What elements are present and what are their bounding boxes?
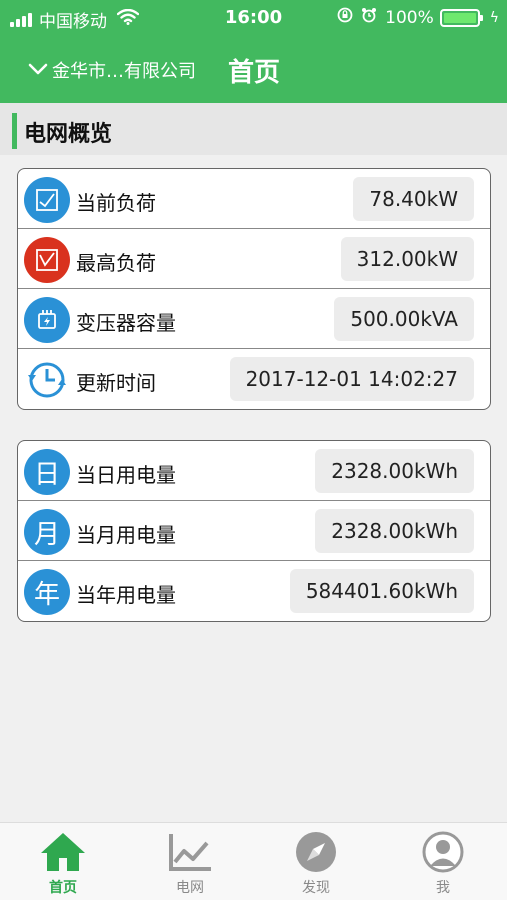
user-avatar-icon (403, 831, 483, 873)
home-icon (23, 831, 103, 873)
tab-label: 发现 (302, 880, 330, 896)
line-chart-icon (150, 831, 230, 873)
transformer-icon (24, 297, 70, 343)
row-value: 78.40kW (353, 177, 474, 221)
row-label: 当日用电量 (76, 463, 176, 487)
update-time-row[interactable]: 更新时间 2017-12-01 14:02:27 (18, 349, 490, 409)
load-chart-icon (24, 177, 70, 223)
chevron-down-icon (28, 60, 48, 81)
current-load-row[interactable]: 当前负荷 78.40kW (18, 169, 490, 229)
row-value: 312.00kW (340, 237, 474, 281)
row-label: 当前负荷 (76, 191, 156, 215)
max-load-chart-icon (24, 237, 70, 283)
section-accent-bar (12, 113, 17, 149)
yearly-energy-row[interactable]: 年 当年用电量 584401.60kWh (18, 561, 490, 621)
compass-icon (276, 831, 356, 873)
row-label: 最高负荷 (76, 251, 156, 275)
tab-label: 电网 (176, 880, 204, 896)
tab-home[interactable]: 首页 (23, 831, 103, 897)
battery-icon (439, 8, 483, 27)
transformer-capacity-row[interactable]: 变压器容量 500.00kVA (18, 289, 490, 349)
monthly-energy-row[interactable]: 月 当月用电量 2328.00kWh (18, 501, 490, 561)
tab-bar: 首页 电网 发现 我 (0, 822, 507, 900)
tab-label: 首页 (49, 880, 77, 896)
tab-discover[interactable]: 发现 (276, 831, 356, 897)
load-card: 当前负荷 78.40kW 最高负荷 312.00kW 变压器容量 500.00k… (17, 168, 491, 410)
tab-grid[interactable]: 电网 (150, 831, 230, 897)
page-title: 首页 (228, 58, 281, 88)
row-value: 2328.00kWh (315, 509, 474, 553)
charging-icon: ϟ (489, 9, 499, 26)
company-selector[interactable]: 金华市…有限公司 (28, 57, 196, 83)
clock-refresh-icon (24, 357, 70, 403)
row-value: 2328.00kWh (315, 449, 474, 493)
status-bar: 中国移动 16:00 100% ϟ (0, 0, 507, 36)
row-label: 更新时间 (76, 371, 156, 395)
row-label: 当年用电量 (76, 583, 176, 607)
month-icon: 月 (24, 509, 70, 555)
year-icon: 年 (24, 569, 70, 615)
row-value: 500.00kVA (334, 297, 474, 341)
max-load-row[interactable]: 最高负荷 312.00kW (18, 229, 490, 289)
tab-label: 我 (436, 880, 450, 896)
day-icon: 日 (24, 449, 70, 495)
energy-card: 日 当日用电量 2328.00kWh 月 当月用电量 2328.00kWh 年 … (17, 440, 491, 622)
alarm-icon (361, 7, 377, 28)
nav-bar: 金华市…有限公司 首页 (0, 40, 507, 100)
daily-energy-row[interactable]: 日 当日用电量 2328.00kWh (18, 441, 490, 501)
tab-me[interactable]: 我 (403, 831, 483, 897)
status-right: 100% ϟ (337, 7, 499, 28)
row-value: 2017-12-01 14:02:27 (229, 357, 474, 401)
company-name: 金华市…有限公司 (52, 61, 196, 82)
row-value: 584401.60kWh (289, 569, 474, 613)
row-label: 变压器容量 (76, 311, 176, 335)
section-title: 电网概览 (24, 122, 113, 147)
row-label: 当月用电量 (76, 523, 176, 547)
rotation-lock-icon (337, 7, 353, 28)
battery-percent: 100% (385, 7, 434, 28)
top-header: 中国移动 16:00 100% ϟ 金华市…有限公司 首页 (0, 0, 507, 103)
